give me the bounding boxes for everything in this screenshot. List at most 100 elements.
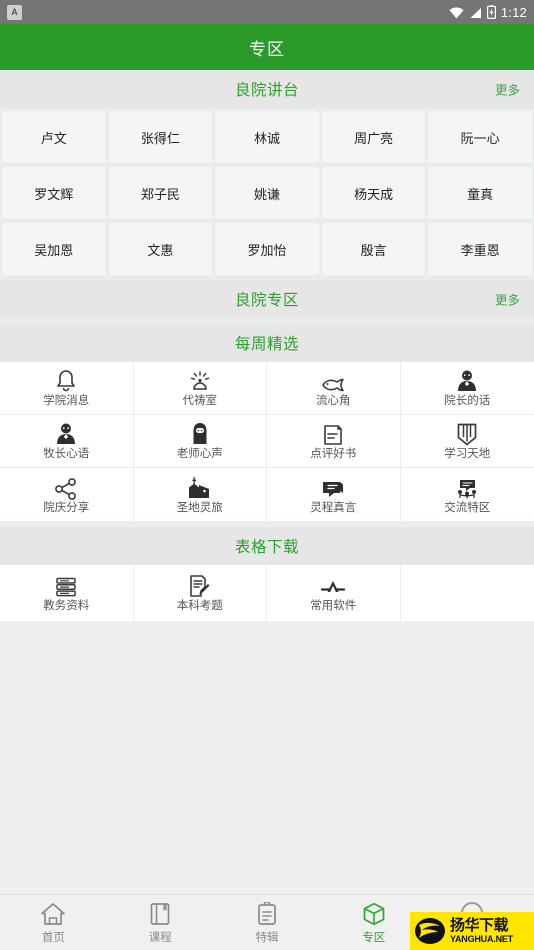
section-header-biaoge-xiazai: 表格下载	[0, 527, 534, 565]
lecturer-name-grid: 卢文 张得仁 林诚 周广亮 阮一心 罗文辉 郑子民 姚谦 杨天成 童真 吴加恩 …	[0, 108, 534, 280]
grid-item-changyongruanjian[interactable]: 常用软件	[267, 565, 401, 621]
grid-item-laoshixinsheng[interactable]: 老师心声	[133, 415, 267, 468]
grid-item-label: 流心角	[316, 395, 351, 408]
grid-item-label: 代祷室	[182, 395, 218, 408]
status-bar-left: A	[7, 4, 22, 20]
grid-item-xuexitiandi[interactable]: 学习天地	[400, 415, 534, 468]
lecturer-card[interactable]: 吴加恩	[2, 223, 106, 275]
nav-item-specials[interactable]: 特辑	[214, 895, 321, 950]
grid-item-liuxinjiao[interactable]: 流心角	[267, 362, 401, 415]
grid-item-label: 教务资料	[43, 600, 90, 613]
lecturer-card[interactable]: 罗加怡	[215, 223, 319, 275]
person-tie-icon	[456, 368, 478, 393]
section-title: 良院讲台	[234, 82, 299, 99]
nav-item-zone[interactable]: 专区	[320, 895, 427, 950]
nav-item-home[interactable]: 首页	[0, 895, 107, 950]
grid-item-label: 老师心声	[176, 448, 223, 461]
group-chat-icon	[454, 475, 480, 500]
more-link-liangyuan-zhuanqu[interactable]: 更多	[495, 290, 520, 309]
section-header-liangyuan-zhuanqu: 良院专区 更多	[0, 280, 534, 318]
lecturer-card[interactable]: 殷言	[321, 223, 426, 275]
section-title: 良院专区	[234, 292, 299, 309]
grid-item-jiaoliutequ[interactable]: 交流特区	[401, 468, 534, 521]
grid-item-label: 学习天地	[444, 448, 491, 461]
download-grid: 教务资料 本科考题 常用软件	[0, 565, 534, 621]
bottom-navigation: 首页 课程 特辑 专区	[0, 894, 534, 950]
grid-item-shengdilinglv[interactable]: 圣地灵旅	[134, 468, 267, 521]
grid-item-label: 灵程真言	[310, 501, 357, 514]
fish-icon	[320, 368, 346, 393]
wifi-icon	[449, 6, 464, 19]
grid-item-jiaowuziliao[interactable]: 教务资料	[0, 565, 134, 621]
person-veil-icon	[190, 421, 210, 446]
app-bar: 专区	[0, 24, 534, 70]
grid-item-yuanqingfenxiang[interactable]: 院庆分享	[0, 468, 134, 521]
grid-item-empty	[401, 565, 534, 621]
grid-item-label: 圣地灵旅	[176, 501, 223, 514]
section-title: 每周精选	[234, 336, 299, 353]
status-bar-clock: 1:12	[500, 4, 527, 20]
appstore-icon	[320, 573, 346, 598]
lecturer-card[interactable]: 罗文辉	[2, 167, 106, 219]
grid-item-muzhangxinyu[interactable]: 牧长心语	[0, 415, 134, 468]
grid-item-label: 常用软件	[310, 600, 357, 613]
content-filler	[0, 621, 534, 871]
circle-icon	[469, 909, 493, 935]
grid-item-benkekaoti[interactable]: 本科考题	[134, 565, 267, 621]
document-icon	[322, 421, 344, 446]
grid-item-lingchengzhenyan[interactable]: 灵程真言	[267, 468, 401, 521]
bell-icon	[55, 368, 77, 393]
lecturer-card[interactable]: 张得仁	[108, 111, 213, 163]
scroll-content[interactable]: 良院讲台 更多 卢文 张得仁 林诚 周广亮 阮一心 罗文辉 郑子民 姚谦 杨天成…	[0, 70, 534, 894]
share-icon	[54, 475, 78, 500]
page-title: 专区	[249, 39, 285, 59]
signal-icon	[469, 6, 482, 18]
lecturer-card[interactable]: 姚谦	[215, 167, 319, 219]
app-screen: A 1:12 专区 良院讲台 更多 卢文 张得仁 林诚 周广亮 阮一心 罗文辉 …	[0, 0, 534, 950]
status-bar-right: 1:12	[449, 5, 527, 20]
lecturer-card[interactable]: 李重恩	[428, 223, 532, 275]
section-title: 表格下载	[234, 539, 299, 556]
speech-bubble-icon	[320, 475, 346, 500]
grid-item-label: 本科考题	[176, 600, 223, 613]
lecturer-card[interactable]: 周广亮	[321, 111, 426, 163]
document-pencil-icon	[188, 573, 212, 598]
lecturer-card[interactable]: 卢文	[2, 111, 106, 163]
nav-item-profile[interactable]	[427, 895, 534, 950]
lecturer-card[interactable]: 林诚	[215, 111, 319, 163]
lamp-icon	[188, 368, 212, 393]
server-list-icon	[54, 573, 78, 598]
nav-item-label: 特辑	[255, 931, 279, 944]
notification-app-icon: A	[7, 4, 22, 20]
grid-item-daidaoshi[interactable]: 代祷室	[133, 362, 267, 415]
cube-icon	[362, 901, 386, 927]
open-book-icon	[456, 421, 478, 446]
church-icon	[187, 475, 213, 500]
home-icon	[40, 901, 66, 927]
grid-item-xueyuanxiaoxi[interactable]: 学院消息	[0, 362, 134, 415]
lecturer-card[interactable]: 杨天成	[321, 167, 426, 219]
grid-item-label: 牧长心语	[43, 448, 90, 461]
person-tie-icon	[55, 421, 77, 446]
grid-item-label: 点评好书	[310, 448, 357, 461]
weekly-feature-grid: 学院消息 代祷室 流心角 院长的话 牧长心语 老师心声 点评好书 学习天地 院庆…	[0, 362, 534, 521]
nav-item-label: 首页	[41, 931, 65, 944]
battery-charging-icon	[486, 5, 496, 19]
lecturer-card[interactable]: 文惠	[108, 223, 213, 275]
section-header-meizhou-jingxuan: 每周精选	[0, 324, 534, 362]
lecturer-card[interactable]: 郑子民	[108, 167, 213, 219]
book-icon	[149, 901, 171, 927]
lecturer-card[interactable]: 阮一心	[428, 111, 532, 163]
grid-item-label: 交流特区	[444, 501, 491, 514]
grid-item-label: 学院消息	[43, 395, 90, 408]
status-bar: A 1:12	[0, 0, 534, 24]
clipboard-icon	[256, 901, 278, 927]
grid-item-yuanzhangdehua[interactable]: 院长的话	[400, 362, 534, 415]
nav-item-label: 课程	[148, 931, 172, 944]
grid-item-dianpinghaoshu[interactable]: 点评好书	[267, 415, 401, 468]
section-header-liangyuan-jiangtai: 良院讲台 更多	[0, 70, 534, 108]
nav-item-label: 专区	[362, 931, 386, 944]
more-link-liangyuan-jiangtai[interactable]: 更多	[495, 80, 520, 99]
lecturer-card[interactable]: 童真	[428, 167, 532, 219]
nav-item-courses[interactable]: 课程	[107, 895, 214, 950]
